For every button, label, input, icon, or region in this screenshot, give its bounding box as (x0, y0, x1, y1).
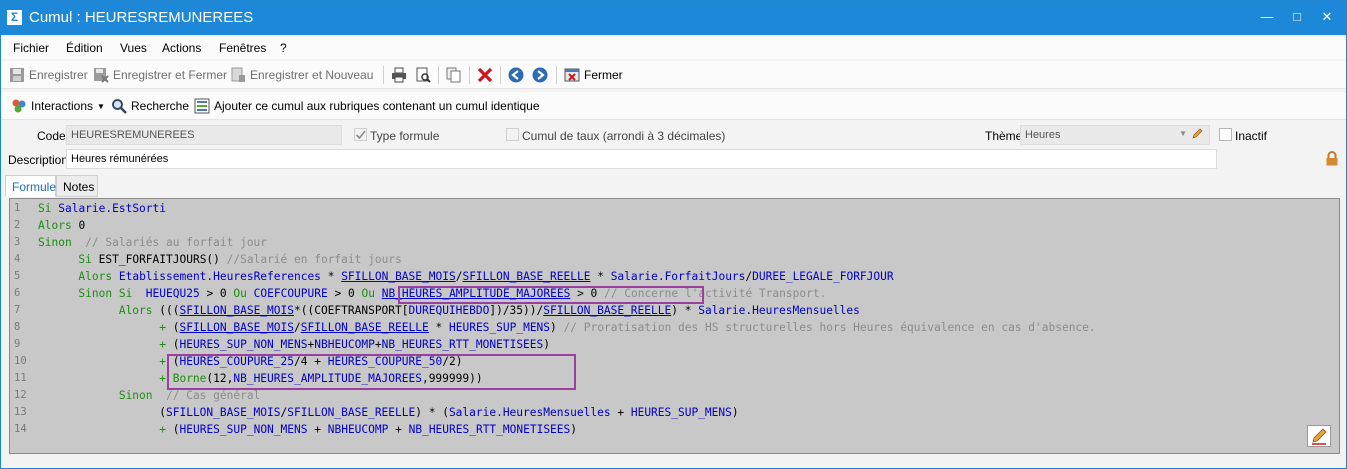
maximize-button[interactable]: □ (1284, 5, 1310, 29)
toolbar-separator (469, 66, 470, 84)
close-button[interactable]: Fermer (564, 66, 623, 84)
save-new-button[interactable]: Enregistrer et Nouveau (230, 66, 373, 84)
copy-icon (446, 67, 462, 83)
add-cumul-button[interactable]: Ajouter ce cumul aux rubriques contenant… (194, 97, 540, 115)
arrow-right-icon (532, 67, 548, 83)
close-doc-icon (564, 67, 580, 83)
search-button[interactable]: Recherche (111, 97, 189, 115)
add-to-rubrics-icon (194, 98, 210, 114)
menu-edition[interactable]: Édition (66, 41, 103, 55)
description-field[interactable]: Heures rémunérées (66, 149, 1217, 169)
code-label: Code (37, 129, 66, 143)
save-close-label: Enregistrer et Fermer (113, 68, 228, 82)
copy-button[interactable] (446, 66, 462, 84)
menu-bar: Fichier Édition Vues Actions Fenêtres ? (1, 37, 1346, 59)
theme-select[interactable]: Heures ▼ (1020, 125, 1210, 145)
printer-icon (391, 67, 407, 83)
highlight-box-condition (398, 286, 704, 304)
floppy-icon (9, 67, 25, 83)
lock-icon[interactable] (1325, 151, 1339, 169)
next-button[interactable] (532, 66, 548, 84)
arrow-left-icon (508, 67, 524, 83)
interactions-dropdown[interactable]: Interactions ▼ (11, 97, 105, 115)
toolbar-separator (500, 66, 501, 84)
edit-formula-button[interactable] (1307, 425, 1331, 447)
interactions-label: Interactions (31, 99, 94, 113)
search-label: Recherche (131, 99, 190, 113)
menu-fichier[interactable]: Fichier (13, 41, 49, 55)
description-label: Description (8, 153, 69, 167)
search-icon (111, 98, 127, 114)
window-title: Cumul : HEURESREMUNEREES (29, 9, 254, 26)
chevron-down-icon: ▼ (97, 101, 105, 111)
theme-label: Thème (985, 129, 1023, 143)
save-label: Enregistrer (29, 68, 88, 82)
menu-fenetres[interactable]: Fenêtres (219, 41, 266, 55)
tab-formule[interactable]: Formule (5, 175, 56, 197)
save-close-button[interactable]: Enregistrer et Fermer (93, 66, 227, 84)
red-x-icon (477, 67, 493, 83)
theme-value: Heures (1025, 129, 1061, 141)
toolbar-separator (383, 66, 384, 84)
type-formule-label: Type formule (370, 129, 440, 143)
app-icon: Σ (7, 10, 22, 25)
menu-vues[interactable]: Vues (120, 41, 147, 55)
toolbar-separator (438, 66, 439, 84)
close-window-button[interactable]: ✕ (1314, 5, 1340, 29)
secondary-toolbar: Interactions ▼ Recherche Ajouter ce cumu… (1, 92, 1346, 120)
interactions-icon (11, 98, 27, 114)
formula-editor[interactable]: 1 Si Salarie.EstSorti 2 Alors 0 3 Sinon // … (9, 198, 1340, 454)
delete-button[interactable] (477, 66, 493, 84)
menu-help[interactable]: ? (280, 41, 287, 55)
highlight-box-additions (167, 354, 576, 390)
type-formule-checkbox[interactable] (354, 128, 367, 141)
pencil-icon (1312, 428, 1327, 445)
cumul-taux-checkbox[interactable] (506, 128, 519, 141)
menu-actions[interactable]: Actions (162, 41, 201, 55)
save-close-icon (93, 67, 109, 83)
previous-button[interactable] (508, 66, 524, 84)
tab-notes[interactable]: Notes (56, 175, 98, 197)
print-preview-button[interactable] (415, 66, 431, 84)
save-new-icon (230, 67, 246, 83)
cumul-taux-label: Cumul de taux (arrondi à 3 décimales) (522, 129, 726, 143)
print-button[interactable] (391, 66, 407, 84)
chevron-down-icon: ▼ (1179, 129, 1187, 138)
cumul-window: Σ Cumul : HEURESREMUNEREES — □ ✕ Fichier… (0, 0, 1347, 469)
inactif-checkbox[interactable] (1219, 128, 1232, 141)
close-label: Fermer (584, 68, 623, 82)
code-field[interactable]: HEURESREMUNEREES (66, 125, 342, 145)
minimize-button[interactable]: — (1254, 5, 1280, 29)
title-bar: Σ Cumul : HEURESREMUNEREES — □ ✕ (1, 1, 1346, 35)
main-toolbar: Enregistrer Enregistrer et Fermer Enregi… (1, 61, 1346, 89)
add-cumul-label: Ajouter ce cumul aux rubriques contenant… (214, 99, 540, 113)
save-new-label: Enregistrer et Nouveau (250, 68, 374, 82)
toolbar-separator (556, 66, 557, 84)
print-preview-icon (415, 67, 431, 83)
pencil-icon[interactable] (1191, 127, 1204, 143)
save-button[interactable]: Enregistrer (9, 66, 88, 84)
inactif-label: Inactif (1235, 129, 1268, 143)
